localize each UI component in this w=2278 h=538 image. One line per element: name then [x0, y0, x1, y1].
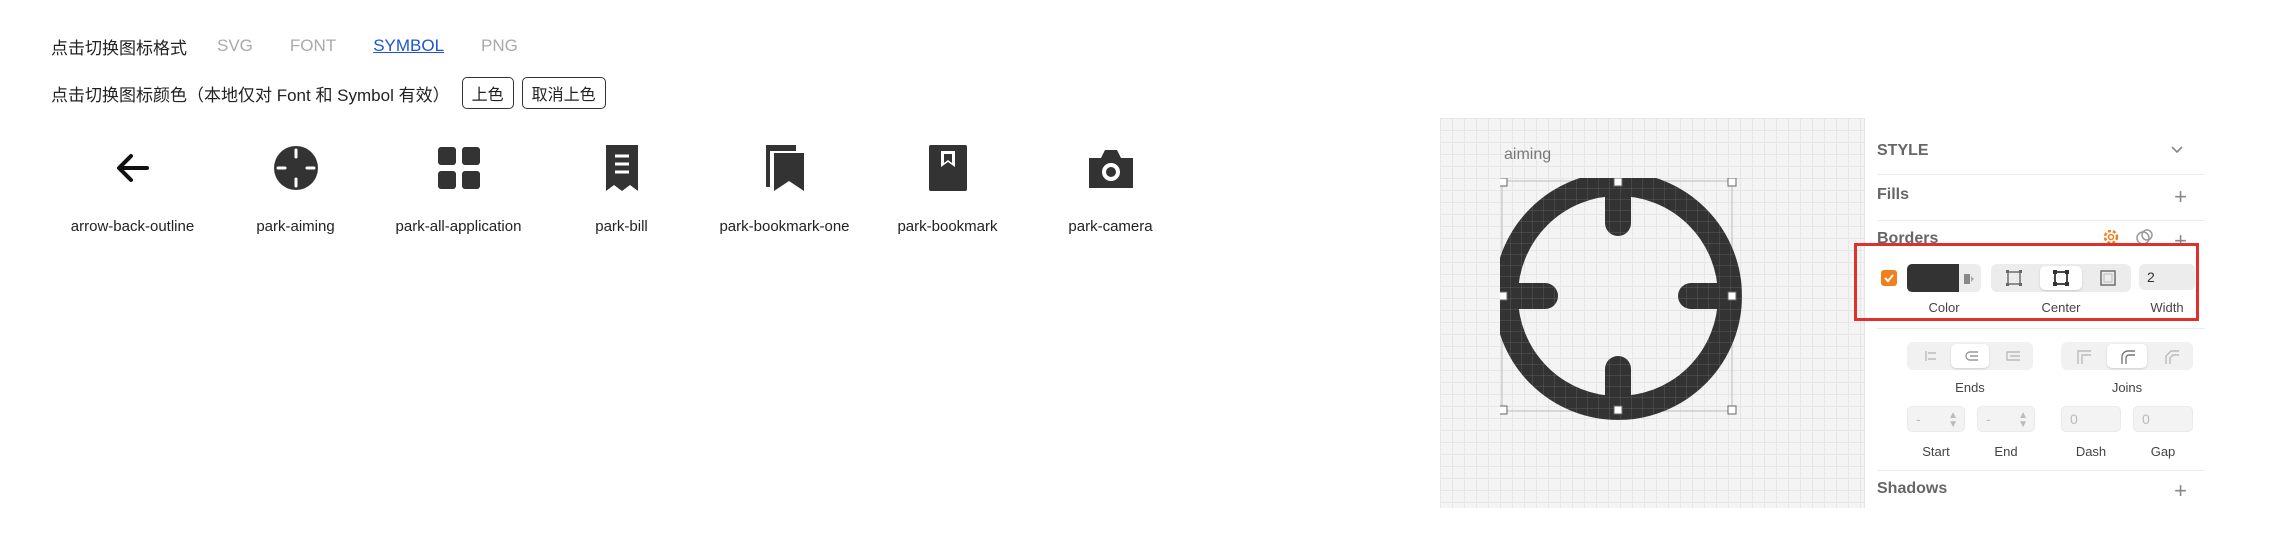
gap-field[interactable]: 0	[2133, 406, 2193, 432]
design-canvas[interactable]: aiming	[1440, 118, 1864, 508]
dash-label: Dash	[2075, 444, 2107, 459]
end-label: End	[1994, 444, 2018, 459]
format-option-font[interactable]: FONT	[290, 36, 336, 56]
aiming-icon	[268, 140, 324, 196]
icon-name: park-aiming	[256, 218, 335, 235]
arrow-back-icon	[105, 140, 161, 196]
line-joins-segmented	[2061, 342, 2193, 370]
style-title: STYLE	[1877, 142, 1929, 159]
shadows-title: Shadows	[1877, 480, 1948, 497]
bookmark-one-icon	[757, 140, 813, 196]
bookmark-icon	[920, 140, 976, 196]
format-switch-row: 点击切换图标格式 SVG FONT SYMBOL PNG	[51, 32, 555, 60]
icon-grid: arrow-back-outline park-aiming park-all-…	[51, 140, 1192, 235]
color-switch-row: 点击切换图标颜色（本地仅对 Font 和 Symbol 有效） 上色 取消上色	[51, 77, 614, 109]
end-arrow-select[interactable]: - ▲ ▼	[1977, 406, 2035, 432]
shadows-section: Shadows +	[1877, 478, 2193, 503]
artboard-label[interactable]: aiming	[1504, 146, 1551, 164]
bill-icon	[594, 140, 650, 196]
icon-name: park-camera	[1068, 218, 1153, 235]
miter-join-icon[interactable]	[2063, 344, 2103, 368]
icon-name: park-all-application	[395, 218, 522, 235]
divider	[1877, 328, 2205, 329]
icon-name: park-bill	[595, 218, 648, 235]
icon-name: park-bookmark	[897, 218, 998, 235]
start-arrow-select[interactable]: - ▲ ▼	[1907, 406, 1965, 432]
format-option-svg[interactable]: SVG	[217, 36, 253, 56]
all-application-icon	[431, 140, 487, 196]
format-option-png[interactable]: PNG	[481, 36, 518, 56]
format-switch-label: 点击切换图标格式	[51, 38, 187, 58]
fills-section: Fills +	[1877, 184, 2193, 209]
icon-name: park-bookmark-one	[719, 218, 850, 235]
apply-color-button[interactable]: 上色	[461, 77, 514, 109]
icon-cell[interactable]: park-bookmark	[866, 140, 1029, 235]
dash-field[interactable]: 0	[2061, 406, 2121, 432]
butt-end-icon[interactable]	[1909, 344, 1947, 368]
icon-cell[interactable]: park-camera	[1029, 140, 1192, 235]
fills-title: Fills	[1877, 186, 1910, 203]
icon-cell[interactable]: park-bill	[540, 140, 703, 235]
start-label: Start	[1922, 444, 1950, 459]
icon-cell[interactable]: park-aiming	[214, 140, 377, 235]
round-join-icon[interactable]	[2107, 344, 2147, 368]
add-shadow-plus-icon[interactable]: +	[2174, 478, 2187, 504]
icon-cell[interactable]: park-all-application	[377, 140, 540, 235]
round-end-icon[interactable]	[1951, 344, 1989, 368]
end-value: -	[1986, 411, 1991, 427]
ends-label: Ends	[1955, 380, 1985, 395]
highlight-box	[1854, 243, 2199, 321]
gap-label: Gap	[2150, 444, 2176, 459]
chevron-down-icon[interactable]	[2169, 142, 2185, 163]
divider	[1877, 470, 2205, 471]
add-fill-plus-icon[interactable]: +	[2174, 184, 2187, 210]
divider	[1877, 174, 2205, 175]
icon-name: arrow-back-outline	[70, 218, 195, 235]
stepper-icon[interactable]: ▲ ▼	[2018, 411, 2028, 430]
color-switch-label: 点击切换图标颜色（本地仅对 Font 和 Symbol 有效）	[51, 85, 450, 105]
style-section[interactable]: STYLE	[1877, 142, 2193, 160]
format-option-symbol[interactable]: SYMBOL	[373, 36, 444, 56]
bevel-join-icon[interactable]	[2151, 344, 2191, 368]
start-value: -	[1916, 411, 1921, 427]
line-ends-segmented	[1907, 342, 2033, 370]
remove-color-button[interactable]: 取消上色	[521, 77, 606, 109]
icon-cell[interactable]: arrow-back-outline	[51, 140, 214, 235]
stepper-icon[interactable]: ▲ ▼	[1948, 411, 1958, 430]
joins-label: Joins	[2111, 380, 2143, 395]
icon-cell[interactable]: park-bookmark-one	[703, 140, 866, 235]
aiming-artwork[interactable]	[1500, 178, 1750, 428]
square-end-icon[interactable]	[1993, 344, 2031, 368]
divider	[1877, 220, 2205, 221]
camera-icon	[1083, 140, 1139, 196]
